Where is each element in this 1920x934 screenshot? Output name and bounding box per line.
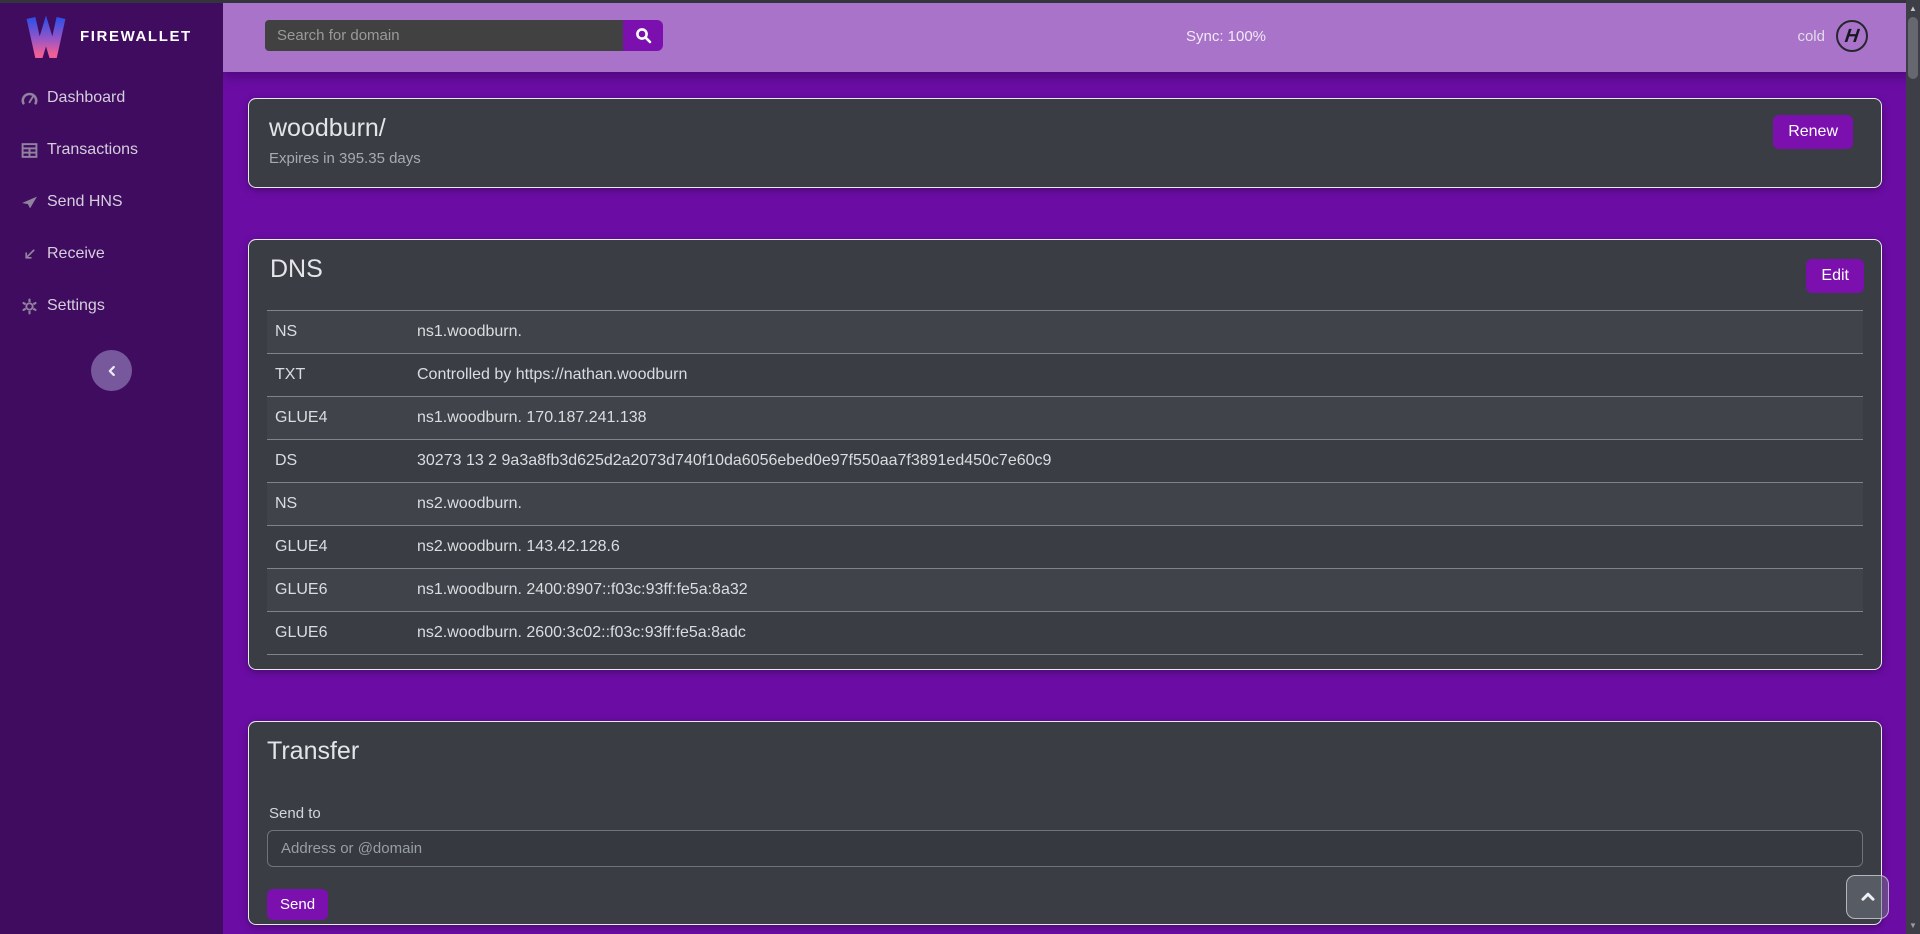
- brand-name: FIREWALLET: [80, 28, 192, 45]
- dns-record-value: ns1.woodburn.: [409, 311, 1863, 354]
- sidebar-item-label: Dashboard: [47, 89, 125, 107]
- send-to-label: Send to: [269, 805, 1863, 822]
- scrollbar-down-arrow-icon[interactable]: ▼: [1906, 921, 1920, 930]
- dns-record-type: GLUE4: [267, 526, 409, 569]
- magnifier-icon: [635, 27, 652, 44]
- wallet-name: cold: [1797, 28, 1825, 45]
- sidebar-item-dashboard[interactable]: Dashboard: [0, 72, 223, 124]
- sidebar-item-send-hns[interactable]: Send HNS: [0, 176, 223, 228]
- dns-record-row: DS 30273 13 2 9a3a8fb3d625d2a2073d740f10…: [267, 440, 1863, 483]
- search-button[interactable]: [623, 20, 663, 51]
- dns-card: DNS Edit NS ns1.woodburn. TXT Controlled…: [248, 239, 1882, 670]
- dns-record-row: GLUE6 ns2.woodburn. 2600:3c02::f03c:93ff…: [267, 612, 1863, 655]
- dns-record-value: ns2.woodburn. 143.42.128.6: [409, 526, 1863, 569]
- firewallet-logo-icon: [26, 14, 66, 58]
- dns-record-row: TXT Controlled by https://nathan.woodbur…: [267, 354, 1863, 397]
- scrollbar-up-arrow-icon[interactable]: ▲: [1906, 4, 1920, 13]
- transfer-card-title: Transfer: [267, 737, 1863, 766]
- sidebar-item-label: Send HNS: [47, 193, 123, 211]
- dns-record-row: NS ns2.woodburn.: [267, 483, 1863, 526]
- chevron-up-icon: [1859, 888, 1877, 906]
- domain-search-group: [265, 20, 663, 51]
- edit-dns-button[interactable]: Edit: [1806, 259, 1864, 293]
- dns-record-type: GLUE4: [267, 397, 409, 440]
- receive-arrow-icon: [20, 245, 38, 263]
- sidebar-item-label: Transactions: [47, 141, 138, 159]
- dns-record-value: ns1.woodburn. 2400:8907::f03c:93ff:fe5a:…: [409, 569, 1863, 612]
- dns-record-value: 30273 13 2 9a3a8fb3d625d2a2073d740f10da6…: [409, 440, 1863, 483]
- dns-record-row: GLUE6 ns1.woodburn. 2400:8907::f03c:93ff…: [267, 569, 1863, 612]
- dns-record-row: NS ns1.woodburn.: [267, 311, 1863, 354]
- dns-records-table: NS ns1.woodburn. TXT Controlled by https…: [267, 310, 1863, 655]
- sidebar-nav: Dashboard Transactions: [0, 72, 223, 332]
- search-input[interactable]: [265, 20, 623, 51]
- dns-record-value: Controlled by https://nathan.woodburn: [409, 354, 1863, 397]
- sidebar-collapse-button[interactable]: [91, 350, 132, 391]
- main-content: woodburn/ Expires in 395.35 days Renew D…: [223, 72, 1906, 934]
- transfer-card: Transfer Send to Send: [248, 721, 1882, 925]
- wallet-indicator[interactable]: cold H: [1797, 0, 1868, 72]
- dns-record-type: NS: [267, 311, 409, 354]
- dns-record-type: DS: [267, 440, 409, 483]
- dns-record-value: ns1.woodburn. 170.187.241.138: [409, 397, 1863, 440]
- sidebar-item-label: Settings: [47, 297, 105, 315]
- dns-record-type: GLUE6: [267, 612, 409, 655]
- scrollbar[interactable]: ▲ ▼: [1906, 0, 1920, 934]
- chevron-left-icon: [105, 364, 119, 378]
- dns-card-title: DNS: [270, 255, 1863, 284]
- dns-record-value: ns2.woodburn. 2600:3c02::f03c:93ff:fe5a:…: [409, 612, 1863, 655]
- scrollbar-thumb[interactable]: [1908, 17, 1918, 79]
- sidebar-item-receive[interactable]: Receive: [0, 228, 223, 280]
- gear-icon: [20, 297, 38, 315]
- dns-record-value: ns2.woodburn.: [409, 483, 1863, 526]
- dns-record-type: NS: [267, 483, 409, 526]
- sidebar-item-settings[interactable]: Settings: [0, 280, 223, 332]
- domain-card: woodburn/ Expires in 395.35 days Renew: [248, 98, 1882, 188]
- dns-record-row: GLUE4 ns1.woodburn. 170.187.241.138: [267, 397, 1863, 440]
- sync-status: Sync: 100%: [1126, 0, 1326, 72]
- sidebar-item-transactions[interactable]: Transactions: [0, 124, 223, 176]
- renew-button[interactable]: Renew: [1773, 115, 1853, 149]
- sidebar: FIREWALLET Dashboard: [0, 0, 223, 934]
- dns-record-type: GLUE6: [267, 569, 409, 612]
- domain-expiry: Expires in 395.35 days: [269, 150, 1861, 167]
- dns-record-type: TXT: [267, 354, 409, 397]
- send-plane-icon: [20, 193, 38, 211]
- window-top-edge: [0, 0, 1920, 3]
- transfer-address-input[interactable]: [267, 830, 1863, 867]
- send-transfer-button[interactable]: Send: [267, 889, 328, 920]
- topbar: Sync: 100% cold H: [223, 0, 1920, 72]
- brand[interactable]: FIREWALLET: [0, 0, 223, 72]
- domain-title: woodburn/: [269, 114, 1861, 143]
- handshake-logo-icon: H: [1836, 20, 1868, 52]
- sidebar-item-label: Receive: [47, 245, 105, 263]
- scroll-to-top-button[interactable]: [1846, 875, 1889, 919]
- dns-record-row: GLUE4 ns2.woodburn. 143.42.128.6: [267, 526, 1863, 569]
- dashboard-gauge-icon: [20, 89, 38, 107]
- table-icon: [20, 141, 38, 159]
- dns-table-body: NS ns1.woodburn. TXT Controlled by https…: [267, 311, 1863, 655]
